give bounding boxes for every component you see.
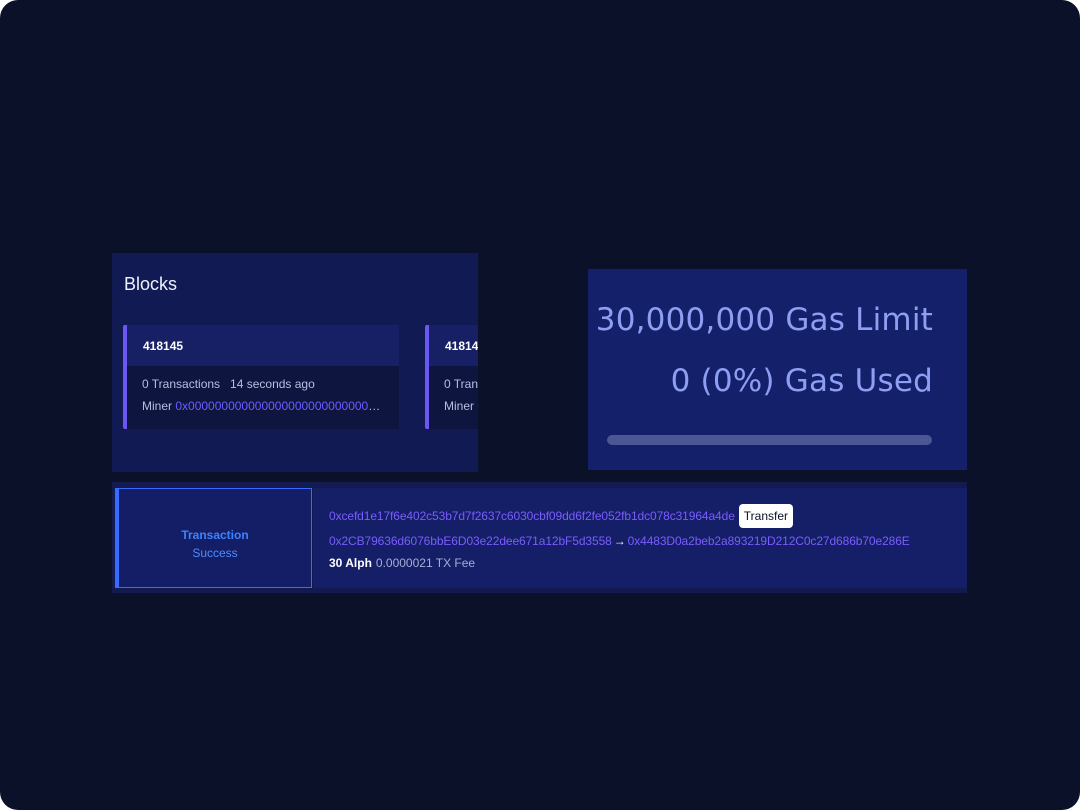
block-tx-count: 0 Transactions	[142, 377, 221, 391]
transaction-value-row: 30 Alph 0.0000021 TX Fee	[329, 556, 475, 570]
arrow-right-icon: →	[613, 534, 626, 548]
block-number[interactable]: 418145	[127, 325, 399, 366]
block-age: 14 seconds ago	[230, 377, 315, 391]
transaction-hash-row: 0xcefd1e17f6e402c53b7d7f2637c6030cbf09dd…	[329, 504, 794, 528]
transaction-status: Transaction Success	[115, 488, 312, 588]
from-address-link[interactable]: 0x2CB79636d6076bbE6D03e22dee671a12bF5d35…	[329, 534, 612, 548]
block-card-body: 0 Transactions Miner 0x00000000000000000…	[429, 366, 478, 414]
to-address-link[interactable]: 0x4483D0a2beb2a893219D212C0c27d686b70e28…	[628, 534, 910, 548]
blocks-panel: Blocks 418145 0 Transactions 14 seconds a…	[112, 253, 478, 472]
transaction-fee: 0.0000021 TX Fee	[375, 556, 476, 570]
miner-address-link[interactable]: 0x00000000000000000000000000000000000000…	[477, 399, 478, 413]
gas-limit-text: 30,000,000 Gas Limit	[595, 302, 933, 338]
block-miner-row: Miner 0x00000000000000000000000000000000…	[142, 398, 399, 414]
block-number[interactable]: 418144	[429, 325, 478, 366]
transaction-address-row: 0x2CB79636d6076bbE6D03e22dee671a12bF5d35…	[329, 534, 910, 548]
transaction-status-label: Success	[192, 546, 238, 560]
gas-panel: 30,000,000 Gas Limit 0 (0%) Gas Used	[588, 269, 967, 470]
blocks-title: Blocks	[124, 274, 178, 294]
block-meta-row: 0 Transactions 14 seconds ago	[142, 376, 399, 392]
transaction-details: 0xcefd1e17f6e402c53b7d7f2637c6030cbf09dd…	[313, 488, 967, 588]
miner-label: Miner	[444, 399, 475, 413]
block-card-body: 0 Transactions 14 seconds ago Miner 0x000…	[127, 366, 399, 414]
block-card[interactable]: 418144 0 Transactions Miner 0x0000000000…	[425, 325, 478, 429]
app-frame: Blocks 418145 0 Transactions 14 seconds a…	[0, 0, 1080, 810]
miner-label: Miner	[142, 399, 173, 413]
transaction-amount: 30 Alph	[329, 556, 372, 570]
miner-address-link[interactable]: 0x00000000000000000000000000000000000000…	[175, 399, 399, 413]
transaction-hash-link[interactable]: 0xcefd1e17f6e402c53b7d7f2637c6030cbf09dd…	[329, 509, 735, 523]
gas-used-text: 0 (0%) Gas Used	[670, 363, 933, 399]
block-miner-row: Miner 0x00000000000000000000000000000000…	[444, 398, 478, 414]
transaction-row: Transaction Success 0xcefd1e17f6e402c53b…	[112, 482, 967, 593]
block-tx-count: 0 Transactions	[444, 377, 478, 391]
transfer-badge: Transfer	[738, 504, 794, 528]
transaction-type-label: Transaction	[181, 528, 249, 542]
gas-usage-bar	[607, 435, 932, 445]
block-meta-row: 0 Transactions	[444, 376, 478, 392]
block-card[interactable]: 418145 0 Transactions 14 seconds ago Mine…	[123, 325, 399, 429]
